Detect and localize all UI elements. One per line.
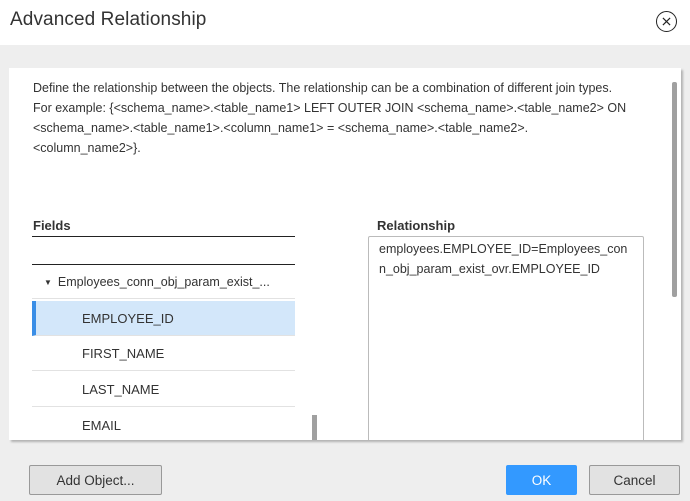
tree-node-object[interactable]: ▼ Employees_conn_obj_param_exist_...	[32, 266, 295, 299]
ok-button[interactable]: OK	[506, 465, 577, 495]
field-row-last-name[interactable]: LAST_NAME	[32, 372, 295, 407]
relationship-textarea[interactable]: employees.EMPLOYEE_ID=Employees_conn_obj…	[368, 236, 644, 440]
field-row-email[interactable]: EMAIL	[32, 408, 295, 440]
close-button[interactable]	[656, 11, 677, 32]
description: Define the relationship between the obje…	[33, 78, 633, 158]
caret-down-icon[interactable]: ▼	[44, 278, 52, 287]
close-icon	[662, 17, 671, 26]
field-label: FIRST_NAME	[82, 345, 165, 361]
panel-scrollbar[interactable]	[672, 82, 677, 297]
fields-scrollbar[interactable]	[312, 415, 317, 440]
fields-search-underline[interactable]	[32, 264, 295, 265]
content-panel: Define the relationship between the obje…	[9, 68, 681, 440]
dialog-title: Advanced Relationship	[10, 9, 207, 30]
fields-label: Fields	[33, 218, 71, 233]
field-label: EMPLOYEE_ID	[82, 310, 174, 326]
fields-divider	[32, 236, 295, 237]
field-row-employee-id[interactable]: EMPLOYEE_ID	[32, 301, 295, 336]
add-object-button[interactable]: Add Object...	[29, 465, 162, 495]
relationship-label: Relationship	[377, 218, 456, 233]
field-label: LAST_NAME	[82, 381, 160, 397]
field-label: EMAIL	[82, 418, 122, 433]
description-line-1: Define the relationship between the obje…	[33, 81, 613, 95]
tree-node-label: Employees_conn_obj_param_exist_...	[57, 275, 270, 289]
dialog-header: Advanced Relationship	[0, 0, 690, 45]
description-line-2: For example: {<schema_name>.<table_name1…	[33, 101, 627, 155]
cancel-button[interactable]: Cancel	[589, 465, 680, 495]
field-row-first-name[interactable]: FIRST_NAME	[32, 336, 295, 371]
